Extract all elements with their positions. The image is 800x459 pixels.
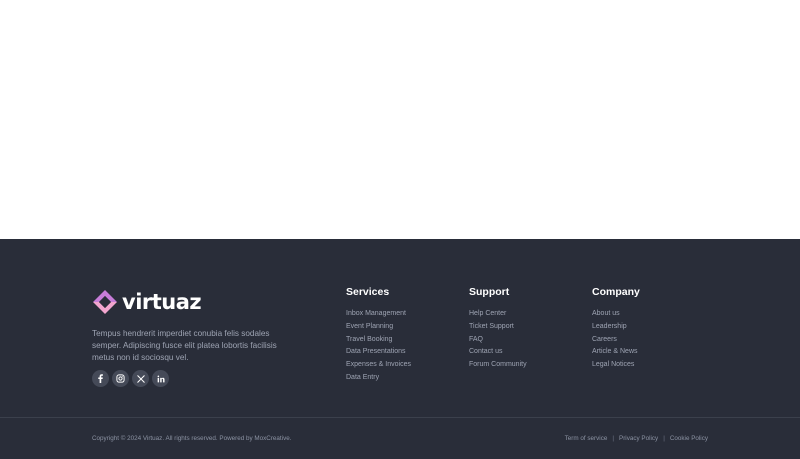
- linkedin-button[interactable]: [152, 370, 169, 387]
- x-icon: [136, 374, 145, 383]
- linkedin-icon: [157, 375, 165, 382]
- cookie-policy-link[interactable]: Cookie Policy: [670, 434, 708, 443]
- company-column: Company About us Leadership Careers Arti…: [592, 285, 640, 372]
- company-link-legal-notices[interactable]: Legal Notices: [592, 359, 640, 372]
- facebook-icon: [98, 374, 103, 383]
- page-content-area: [0, 0, 800, 239]
- support-link-forum-community[interactable]: Forum Community: [469, 359, 527, 372]
- brand-description: Tempus hendrerit imperdiet conubia felis…: [92, 329, 277, 362]
- support-link-contact-us[interactable]: Contact us: [469, 346, 527, 359]
- services-heading: Services: [346, 286, 390, 298]
- instagram-icon: [116, 374, 125, 383]
- site-footer: virtuaz Tempus hendrerit imperdiet conub…: [0, 239, 800, 459]
- services-link-data-entry[interactable]: Data Entry: [346, 372, 411, 385]
- virtuaz-logo-icon: [93, 290, 117, 314]
- support-column: Support Help Center Ticket Support FAQ C…: [469, 285, 527, 372]
- support-heading: Support: [469, 286, 510, 298]
- facebook-button[interactable]: [92, 370, 109, 387]
- legal-separator: |: [663, 435, 665, 442]
- services-link-event-planning[interactable]: Event Planning: [346, 321, 411, 334]
- company-link-leadership[interactable]: Leadership: [592, 321, 640, 334]
- footer-divider: [0, 417, 800, 418]
- instagram-button[interactable]: [112, 370, 129, 387]
- company-link-article-news[interactable]: Article & News: [592, 346, 640, 359]
- privacy-policy-link[interactable]: Privacy Policy: [619, 434, 658, 443]
- company-heading: Company: [592, 286, 640, 298]
- services-link-travel-booking[interactable]: Travel Booking: [346, 334, 411, 347]
- services-link-expenses-invoices[interactable]: Expenses & Invoices: [346, 359, 411, 372]
- copyright-text: Copyright © 2024 Virtuaz. All rights res…: [92, 435, 292, 442]
- x-button[interactable]: [132, 370, 149, 387]
- term-of-service-link[interactable]: Term of service: [565, 434, 608, 443]
- support-link-help-center[interactable]: Help Center: [469, 308, 527, 321]
- support-link-ticket-support[interactable]: Ticket Support: [469, 321, 527, 334]
- legal-links: Term of service | Privacy Policy | Cooki…: [565, 434, 708, 443]
- brand-logo[interactable]: virtuaz: [92, 289, 202, 315]
- support-link-faq[interactable]: FAQ: [469, 334, 527, 347]
- services-link-inbox-management[interactable]: Inbox Management: [346, 308, 411, 321]
- services-link-data-presentations[interactable]: Data Presentations: [346, 346, 411, 359]
- social-links: [92, 370, 169, 387]
- company-link-about-us[interactable]: About us: [592, 308, 640, 321]
- legal-separator: |: [612, 435, 614, 442]
- services-column: Services Inbox Management Event Planning…: [346, 285, 411, 385]
- brand-name: virtuaz: [122, 290, 202, 314]
- company-link-careers[interactable]: Careers: [592, 334, 640, 347]
